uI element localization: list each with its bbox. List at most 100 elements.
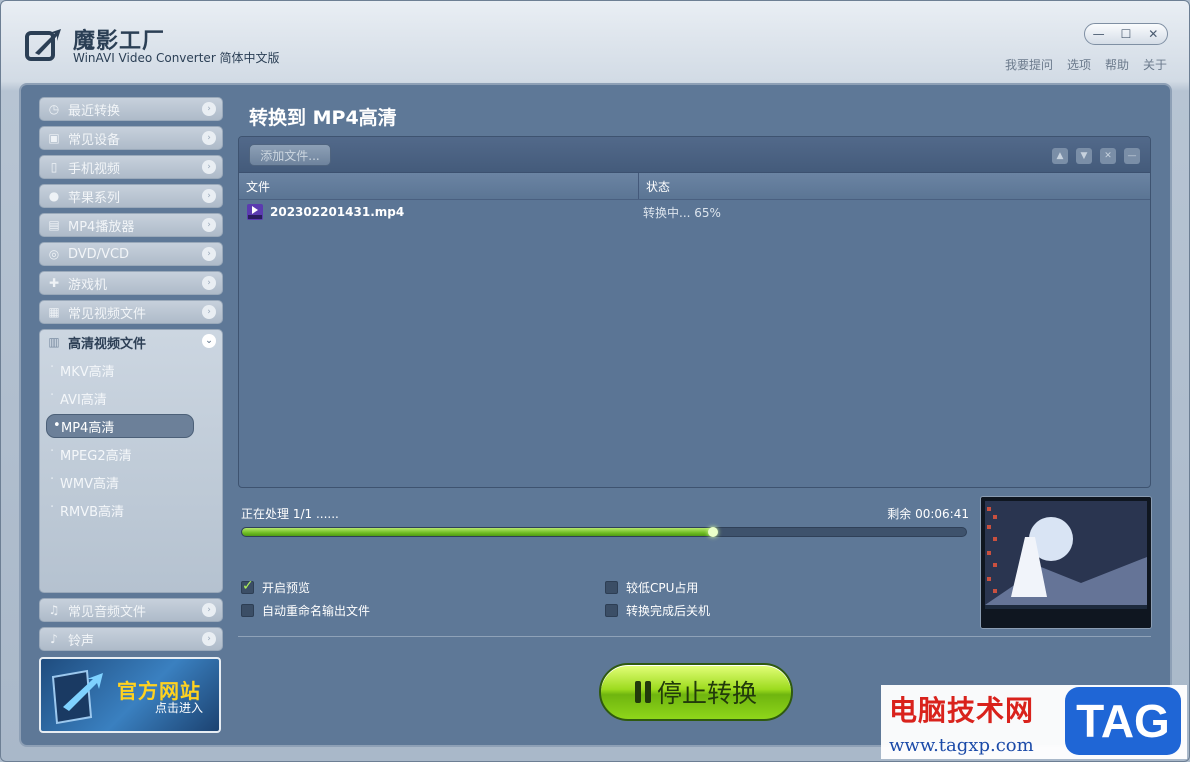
sidebar-subitem-wmv[interactable]: WMV高清 <box>46 470 214 494</box>
stop-button-label: 停止转换 <box>656 679 757 708</box>
sidebar-item-label: 高清视频文件 <box>68 336 147 352</box>
app-logo-icon <box>51 669 103 725</box>
remaining-time: 剩余 00:06:41 <box>887 507 969 521</box>
help-link[interactable]: 帮助 <box>1105 56 1129 73</box>
option-label: 转换完成后关机 <box>626 604 711 618</box>
option-label: 较低CPU占用 <box>626 581 699 595</box>
preview-frame-image <box>981 497 1151 628</box>
processing-text: 正在处理 1/1 ...... <box>241 507 339 521</box>
sidebar-item-ringtone[interactable]: ♪ 铃声 › <box>39 627 223 651</box>
file-name-cell: 202302201431.mp4 <box>239 204 639 220</box>
chevron-down-icon: ⌄ <box>202 334 216 348</box>
chevron-right-icon: › <box>202 102 216 116</box>
file-name: 202302201431.mp4 <box>270 205 405 219</box>
shutdown-after-checkbox[interactable]: 转换完成后关机 <box>605 602 710 619</box>
table-row[interactable]: 202302201431.mp4 转换中... 65% <box>239 200 1150 224</box>
chevron-right-icon: › <box>202 189 216 203</box>
sidebar-item-dvd[interactable]: ◎ DVD/VCD › <box>39 242 223 266</box>
sidebar-item-label: 游戏机 <box>68 277 108 293</box>
auto-rename-checkbox[interactable]: 自动重命名输出文件 <box>241 602 370 619</box>
sidebar-item-game-console[interactable]: ✚ 游戏机 › <box>39 271 223 295</box>
watermark-text: 电脑技术网 <box>889 694 1035 727</box>
move-down-icon[interactable]: ▼ <box>1076 148 1092 164</box>
watermark-tag-logo: TAG <box>1065 687 1181 755</box>
sidebar-subitem-mkv[interactable]: MKV高清 <box>46 358 214 382</box>
add-file-button[interactable]: 添加文件... <box>249 144 331 166</box>
column-header-file[interactable]: 文件 <box>239 173 639 199</box>
progress-bar <box>241 527 967 537</box>
sidebar-subitem-avi[interactable]: AVI高清 <box>46 386 214 410</box>
ask-question-link[interactable]: 我要提问 <box>1005 56 1053 73</box>
title-bar: 魔影工厂 WinAVI Video Converter 简体中文版 — ☐ ✕ … <box>1 1 1189 81</box>
maximize-button[interactable]: ☐ <box>1114 25 1138 43</box>
disc-icon: ◎ <box>48 247 60 261</box>
watermark: 电脑技术网 www.tagxp.com TAG <box>881 685 1187 759</box>
sidebar-item-devices[interactable]: ▣ 常见设备 › <box>39 126 223 150</box>
chevron-right-icon: › <box>202 276 216 290</box>
progress-bar-fill <box>242 528 713 536</box>
sidebar-item-phone-video[interactable]: ▯ 手机视频 › <box>39 155 223 179</box>
app-subtitle: WinAVI Video Converter 简体中文版 <box>73 51 280 65</box>
sidebar-group-hd-video: ▥ 高清视频文件 ⌄ MKV高清 AVI高清 MP4高清 MPEG2高清 WMV… <box>39 329 223 593</box>
sidebar-item-label: MP4播放器 <box>68 219 135 235</box>
chevron-right-icon: › <box>202 305 216 319</box>
clear-list-icon[interactable]: — <box>1124 148 1140 164</box>
checkbox-icon <box>241 604 254 617</box>
sidebar-item-label: 手机视频 <box>68 161 121 177</box>
sidebar-subitem-mpeg2[interactable]: MPEG2高清 <box>46 442 214 466</box>
sidebar-item-apple[interactable]: ● 苹果系列 › <box>39 184 223 208</box>
stop-conversion-button[interactable]: 停止转换 <box>599 663 793 721</box>
checkbox-checked-icon <box>241 578 254 594</box>
sidebar-item-recent[interactable]: ◷ 最近转换 › <box>39 97 223 121</box>
chevron-right-icon: › <box>202 603 216 617</box>
progress-bar-knob <box>707 527 718 537</box>
option-label: 开启预览 <box>262 581 311 595</box>
sidebar-item-label: 常见设备 <box>68 132 121 148</box>
bell-icon: ♪ <box>50 632 58 646</box>
move-up-icon[interactable]: ▲ <box>1052 148 1068 164</box>
remove-icon[interactable]: ✕ <box>1100 148 1116 164</box>
mp4-player-icon: ▤ <box>48 218 60 232</box>
sidebar-item-mp4-player[interactable]: ▤ MP4播放器 › <box>39 213 223 237</box>
official-website-banner[interactable]: 官方网站 点击进入 <box>39 657 221 733</box>
pause-icon <box>634 681 651 703</box>
sidebar-item-audio-files[interactable]: ♫ 常见音频文件 › <box>39 598 223 622</box>
about-link[interactable]: 关于 <box>1143 56 1167 73</box>
file-toolbar: 添加文件... ▲ ▼ ✕ — <box>239 137 1150 173</box>
sidebar-item-video-files[interactable]: ▦ 常见视频文件 › <box>39 300 223 324</box>
divider <box>238 636 1151 637</box>
checkbox-icon <box>605 604 618 617</box>
sidebar-item-label: 常见音频文件 <box>68 604 147 620</box>
chevron-right-icon: › <box>202 247 216 261</box>
app-window: 魔影工厂 WinAVI Video Converter 简体中文版 — ☐ ✕ … <box>0 0 1190 762</box>
chevron-right-icon: › <box>202 160 216 174</box>
sidebar-item-label: 最近转换 <box>68 103 121 119</box>
hd-icon: ▥ <box>48 335 60 349</box>
checkbox-icon <box>605 581 618 594</box>
options-panel: 开启预览 自动重命名输出文件 较低CPU占用 转换完成后关机 <box>241 578 941 629</box>
low-cpu-checkbox[interactable]: 较低CPU占用 <box>605 579 698 596</box>
chevron-right-icon: › <box>202 218 216 232</box>
phone-icon: ▯ <box>50 160 58 174</box>
video-file-icon: ▦ <box>48 305 60 319</box>
main-body: ◷ 最近转换 › ▣ 常见设备 › ▯ 手机视频 › ● 苹果系列 › ▤ MP <box>19 83 1172 747</box>
enable-preview-checkbox[interactable]: 开启预览 <box>241 578 311 596</box>
device-icon: ▣ <box>48 131 60 145</box>
column-header-status[interactable]: 状态 <box>639 173 670 199</box>
video-preview <box>980 496 1152 629</box>
options-link[interactable]: 选项 <box>1067 56 1091 73</box>
sidebar-subitem-rmvb[interactable]: RMVB高清 <box>46 498 214 522</box>
history-icon: ◷ <box>48 102 60 116</box>
chevron-right-icon: › <box>202 131 216 145</box>
window-controls: — ☐ ✕ <box>1084 23 1168 45</box>
file-list-panel: 添加文件... ▲ ▼ ✕ — 文件 状态 202302201431.mp4 转… <box>238 136 1151 488</box>
app-logo-icon <box>25 29 61 61</box>
mp4-file-icon <box>247 204 263 220</box>
sidebar-item-hd-video[interactable]: ▥ 高清视频文件 ⌄ <box>40 330 222 354</box>
minimize-button[interactable]: — <box>1087 25 1111 43</box>
sidebar-subitem-mp4[interactable]: MP4高清 <box>46 414 194 438</box>
sidebar-item-label: 苹果系列 <box>68 190 121 206</box>
watermark-url: www.tagxp.com <box>889 735 1034 756</box>
close-button[interactable]: ✕ <box>1141 25 1165 43</box>
file-status: 转换中... 65% <box>643 205 721 220</box>
